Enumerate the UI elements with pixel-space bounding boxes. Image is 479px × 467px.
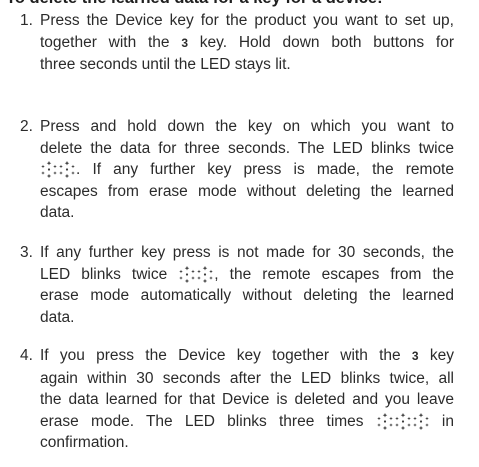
- key-number: 3: [411, 349, 419, 363]
- text-run: together with the: [40, 33, 182, 51]
- text-line: . If any further key press is made, the …: [40, 159, 454, 181]
- step-number: 3.: [20, 244, 33, 261]
- text-run: delete the data for three seconds. The L…: [40, 139, 454, 157]
- text-run: erase mode automatically without deletin…: [40, 287, 454, 304]
- text-run: If any further key press is not made for…: [40, 244, 454, 261]
- text-run: erase mode. The LED blinks three times: [40, 412, 376, 430]
- step-text: If any further key press is not made for…: [40, 242, 454, 328]
- step-number: 1.: [20, 12, 33, 29]
- text-line: three seconds until the LED stays lit.: [40, 54, 454, 76]
- step-number: 2.: [20, 118, 33, 135]
- text-run: three seconds until the LED stays lit.: [40, 56, 291, 73]
- text-line: erase mode automatically without deletin…: [40, 285, 454, 307]
- text-line: together with the 3 key. Hold down both …: [40, 32, 454, 55]
- text-run: Press the Device key for the product you…: [40, 12, 454, 29]
- step-number: 4.: [20, 347, 33, 364]
- text-line: If any further key press is not made for…: [40, 242, 454, 264]
- key-number: 3: [181, 35, 189, 50]
- text-line: Press the Device key for the product you…: [40, 10, 454, 32]
- text-run: key: [418, 347, 454, 364]
- text-line: LED blinks twice , the remote escapes fr…: [40, 264, 454, 286]
- text-run: data.: [40, 308, 75, 326]
- text-line: confirmation.: [40, 432, 454, 454]
- text-line: data.: [40, 307, 454, 329]
- text-line: If you press the Device key together wit…: [40, 345, 454, 368]
- text-line: escapes from erase mode without deleting…: [40, 181, 454, 203]
- text-run: in: [429, 412, 454, 430]
- led-blink-icon: [376, 412, 430, 430]
- text-run: If you press the Device key together wit…: [40, 347, 412, 364]
- text-line: Press and hold down the key on which you…: [40, 116, 454, 138]
- led-blink-icon: [40, 161, 76, 178]
- text-run: confirmation.: [40, 434, 129, 451]
- text-run: again within 30 seconds after the LED bl…: [40, 369, 454, 387]
- text-line: data.: [40, 202, 454, 224]
- text-line: erase mode. The LED blinks three times i…: [40, 411, 454, 433]
- led-blink-icon: [178, 265, 214, 283]
- text-run: , the remote escapes from the: [214, 265, 455, 283]
- text-run: the data learned for that Device is dele…: [40, 391, 454, 408]
- step-text: Press the Device key for the product you…: [40, 10, 454, 76]
- text-run: key. Hold down both buttons for: [188, 33, 454, 51]
- text-run: data.: [40, 204, 75, 221]
- page-heading: To delete the learned data for a key for…: [6, 0, 383, 8]
- text-run: LED blinks twice: [40, 265, 179, 283]
- text-run: . If any further key press is made, the …: [76, 161, 454, 178]
- text-run: escapes from erase mode without deleting…: [40, 182, 454, 200]
- text-run: Press and hold down the key on which you…: [40, 118, 454, 135]
- text-line: the data learned for that Device is dele…: [40, 389, 454, 411]
- text-line: again within 30 seconds after the LED bl…: [40, 368, 454, 390]
- step-text: Press and hold down the key on which you…: [40, 116, 454, 224]
- step-text: If you press the Device key together wit…: [40, 345, 454, 454]
- text-line: delete the data for three seconds. The L…: [40, 138, 454, 160]
